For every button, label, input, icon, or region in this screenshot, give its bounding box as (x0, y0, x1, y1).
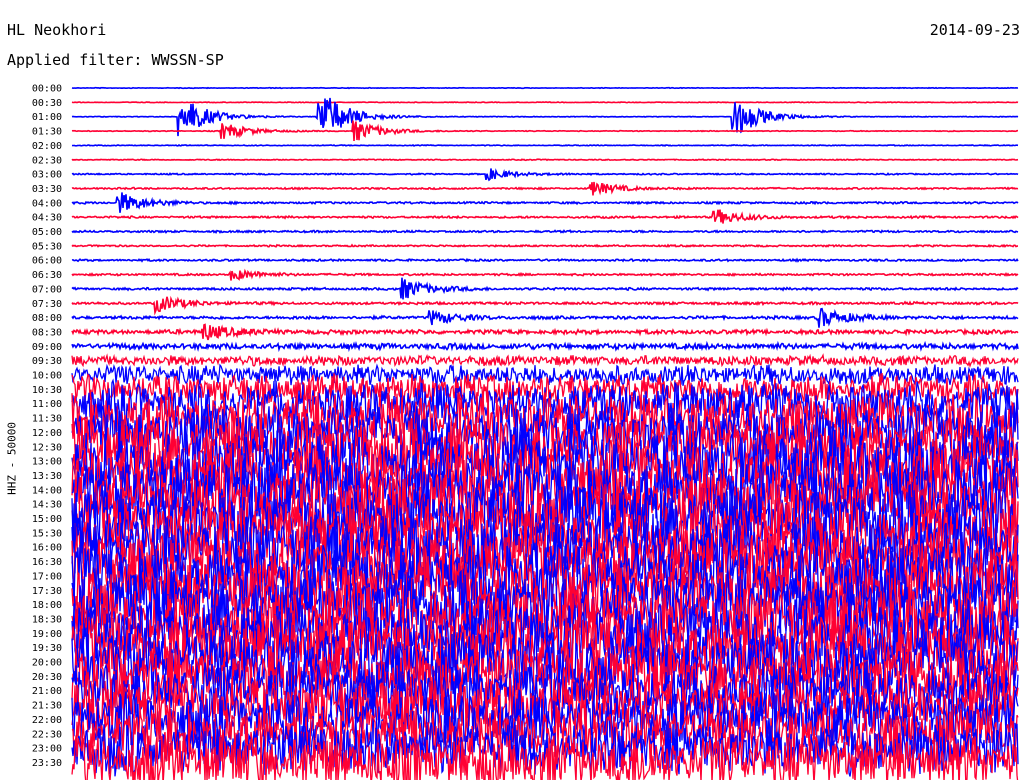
row-time-label: 11:00 (32, 399, 62, 410)
trace-row (71, 86, 1019, 90)
row-time-label: 20:30 (32, 672, 62, 683)
row-time-label: 21:30 (32, 701, 62, 712)
row-time-label: 21:00 (32, 686, 62, 697)
row-time-label: 16:30 (32, 557, 62, 568)
trace-row (71, 257, 1019, 263)
trace-row (71, 243, 1018, 248)
row-time-label: 05:30 (32, 241, 62, 252)
row-time-label: 03:00 (32, 170, 62, 181)
row-time-label: 17:00 (32, 571, 62, 582)
row-time-label: 16:00 (32, 543, 62, 554)
trace-row (71, 101, 1019, 104)
trace-row (71, 277, 1019, 300)
trace-row (71, 120, 1018, 141)
row-time-label: 08:00 (32, 313, 62, 324)
trace-row (71, 168, 1019, 182)
trace-row (71, 268, 1019, 281)
trace-row (71, 229, 1019, 234)
row-time-label: 23:00 (32, 744, 62, 755)
row-time-label: 19:00 (32, 629, 62, 640)
row-time-label: 15:30 (32, 528, 62, 539)
row-time-label: 11:30 (32, 414, 62, 425)
row-time-label: 09:00 (32, 342, 62, 353)
row-time-label: 10:30 (32, 385, 62, 396)
trace-row (71, 209, 1019, 224)
row-time-label: 23:30 (32, 758, 62, 769)
trace-row (71, 158, 1019, 162)
row-time-label: 06:00 (32, 256, 62, 267)
row-time-label: 07:00 (32, 284, 62, 295)
trace-row (71, 323, 1019, 341)
trace-row (71, 192, 1019, 213)
row-time-label: 01:00 (32, 112, 62, 123)
row-time-label: 22:00 (32, 715, 62, 726)
trace-row (71, 295, 1019, 316)
row-time-label: 04:00 (32, 198, 62, 209)
row-label-group: 00:00 00:30 01:00 01:30 02:00 02:30 03:00 03:30… (32, 84, 62, 769)
row-time-label: 00:00 (32, 84, 62, 95)
row-time-label: 01:30 (32, 127, 62, 138)
row-time-label: 06:30 (32, 270, 62, 281)
trace-row (71, 353, 1019, 369)
row-time-label: 13:00 (32, 457, 62, 468)
row-time-label: 04:30 (32, 213, 62, 224)
row-time-label: 12:00 (32, 428, 62, 439)
helicorder-plot: 00:00 00:30 01:00 01:30 02:00 02:30 03:00 03:30… (32, 84, 1019, 780)
row-time-label: 17:30 (32, 586, 62, 597)
row-time-label: 14:00 (32, 485, 62, 496)
trace-row (71, 181, 1019, 196)
row-time-label: 14:30 (32, 500, 62, 511)
row-time-label: 22:30 (32, 729, 62, 740)
row-time-label: 18:00 (32, 600, 62, 611)
trace-row (71, 144, 1019, 147)
row-time-label: 19:30 (32, 643, 62, 654)
row-time-label: 10:00 (32, 371, 62, 382)
row-time-label: 08:30 (32, 327, 62, 338)
row-time-label: 02:00 (32, 141, 62, 152)
trace-group (71, 86, 1019, 780)
row-time-label: 07:30 (32, 299, 62, 310)
trace-row (71, 307, 1019, 328)
row-time-label: 09:30 (32, 356, 62, 367)
trace-row (71, 340, 1019, 353)
row-time-label: 02:30 (32, 155, 62, 166)
row-time-label: 20:00 (32, 658, 62, 669)
row-time-label: 18:30 (32, 614, 62, 625)
row-time-label: 05:00 (32, 227, 62, 238)
row-time-label: 13:30 (32, 471, 62, 482)
row-time-label: 12:30 (32, 442, 62, 453)
row-time-label: 03:30 (32, 184, 62, 195)
row-time-label: 15:00 (32, 514, 62, 525)
row-time-label: 00:30 (32, 98, 62, 109)
